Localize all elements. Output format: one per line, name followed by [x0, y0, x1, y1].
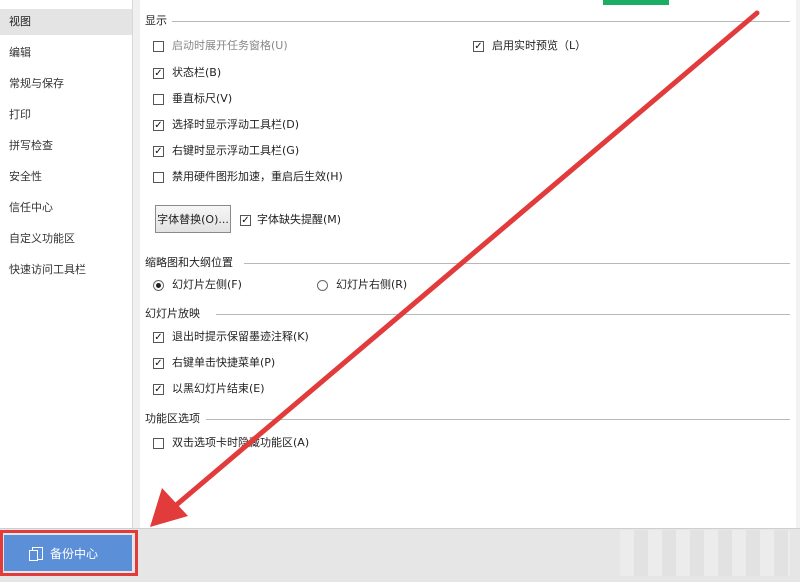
checkbox-checked[interactable]: ✓	[153, 119, 164, 131]
section-divider	[172, 21, 790, 22]
section-divider	[206, 419, 790, 420]
option-label: 双击选项卡时隐藏功能区(A)	[172, 436, 310, 449]
option-end-black-slide[interactable]: ✓ 以黑幻灯片结束(E)	[153, 381, 265, 397]
option-keep-ink[interactable]: ✓ 退出时提示保留墨迹注释(K)	[153, 329, 309, 345]
option-live-preview[interactable]: ✓ 启用实时预览（L）	[473, 38, 586, 54]
section-title-ribbon: 功能区选项	[145, 412, 200, 425]
checkbox-checked[interactable]: ✓	[153, 145, 164, 157]
sidebar-item-edit[interactable]: 编辑	[0, 40, 132, 66]
checkbox-unchecked[interactable]	[153, 40, 164, 52]
option-vertical-ruler[interactable]: 垂直标尺(V)	[153, 91, 232, 107]
checkbox-unchecked[interactable]	[153, 93, 164, 105]
options-sidebar: 视图 编辑 常规与保存 打印 拼写检查 安全性 信任中心 自定义功能区 快速访问…	[0, 0, 133, 528]
font-replace-button[interactable]: 字体替换(O)...	[155, 205, 231, 233]
option-label: 退出时提示保留墨迹注释(K)	[172, 330, 309, 343]
option-label: 字体缺失提醒(M)	[257, 213, 342, 226]
checkbox-unchecked[interactable]	[153, 437, 164, 449]
option-hide-ribbon-dblclick[interactable]: 双击选项卡时隐藏功能区(A)	[153, 435, 309, 451]
annotation-highlight-box	[0, 530, 138, 576]
option-float-toolbar-rightclick[interactable]: ✓ 右键时显示浮动工具栏(G)	[153, 143, 299, 159]
section-title-thumbnail: 缩略图和大纲位置	[145, 256, 233, 269]
option-label: 选择时显示浮动工具栏(D)	[172, 118, 300, 131]
sidebar-item-general-save[interactable]: 常规与保存	[0, 71, 132, 97]
option-rightclick-menu[interactable]: ✓ 右键单击快捷菜单(P)	[153, 355, 275, 371]
option-slide-left[interactable]: 幻灯片左侧(F)	[153, 277, 242, 293]
option-label: 垂直标尺(V)	[172, 92, 233, 105]
option-label: 幻灯片左侧(F)	[172, 278, 242, 291]
sidebar-item-security[interactable]: 安全性	[0, 164, 132, 190]
section-divider	[244, 263, 790, 264]
option-status-bar[interactable]: ✓ 状态栏(B)	[153, 65, 221, 81]
sidebar-item-customize-ribbon[interactable]: 自定义功能区	[0, 226, 132, 252]
options-main-panel: 显示 启动时展开任务窗格(U) ✓ 启用实时预览（L） ✓ 状态栏(B) 垂直标…	[140, 0, 800, 528]
sidebar-item-quick-access-toolbar[interactable]: 快速访问工具栏	[0, 257, 132, 283]
section-title-slideshow: 幻灯片放映	[145, 307, 200, 320]
checkbox-checked[interactable]: ✓	[153, 331, 164, 343]
option-label: 幻灯片右侧(R)	[336, 278, 408, 291]
sidebar-item-print[interactable]: 打印	[0, 102, 132, 128]
checkbox-checked[interactable]: ✓	[153, 383, 164, 395]
option-disable-hw-acceleration[interactable]: 禁用硬件图形加速，重启后生效(H)	[153, 169, 343, 185]
section-title-display: 显示	[145, 14, 167, 27]
option-label: 状态栏(B)	[172, 66, 222, 79]
checkbox-checked[interactable]: ✓	[473, 40, 484, 52]
sidebar-scrollbar[interactable]	[132, 0, 140, 528]
radio-selected[interactable]	[153, 279, 164, 291]
option-float-toolbar-select[interactable]: ✓ 选择时显示浮动工具栏(D)	[153, 117, 299, 133]
option-label: 禁用硬件图形加速，重启后生效(H)	[172, 170, 343, 183]
blurred-region	[620, 530, 790, 576]
option-label: 以黑幻灯片结束(E)	[172, 382, 265, 395]
checkbox-checked[interactable]: ✓	[153, 67, 164, 79]
option-label: 右键单击快捷菜单(P)	[172, 356, 276, 369]
section-divider	[216, 314, 790, 315]
option-expand-task-pane[interactable]: 启动时展开任务窗格(U)	[153, 38, 288, 54]
sidebar-item-view[interactable]: 视图	[0, 9, 132, 35]
option-label: 启用实时预览（L）	[492, 39, 587, 52]
sidebar-item-spellcheck[interactable]: 拼写检查	[0, 133, 132, 159]
option-label: 右键时显示浮动工具栏(G)	[172, 144, 300, 157]
checkbox-checked[interactable]: ✓	[240, 214, 251, 226]
option-slide-right[interactable]: 幻灯片右侧(R)	[317, 277, 407, 293]
checkbox-checked[interactable]: ✓	[153, 357, 164, 369]
option-missing-font-alert[interactable]: ✓ 字体缺失提醒(M)	[240, 212, 341, 228]
checkbox-unchecked[interactable]	[153, 171, 164, 183]
option-label: 启动时展开任务窗格(U)	[172, 39, 288, 52]
radio-unselected[interactable]	[317, 279, 328, 291]
sidebar-item-trust-center[interactable]: 信任中心	[0, 195, 132, 221]
